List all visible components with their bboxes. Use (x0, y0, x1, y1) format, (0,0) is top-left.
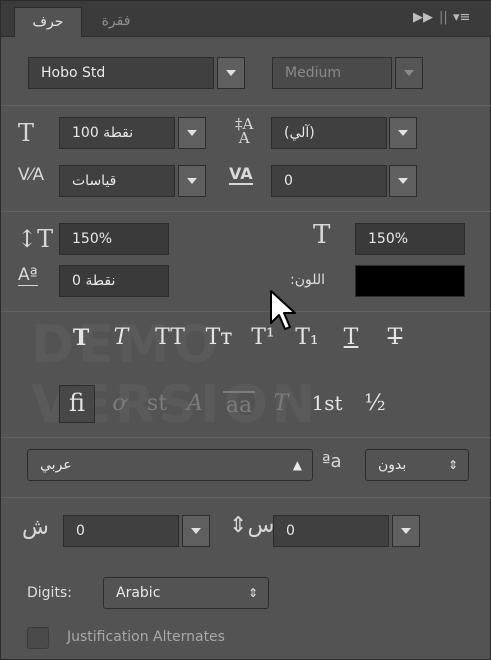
divider-icon: || (439, 10, 448, 25)
digits-value: Arabic (116, 585, 161, 601)
swash-button[interactable]: A (179, 391, 211, 416)
font-style-dropdown-button (395, 57, 423, 89)
font-size-field[interactable]: نقطة 100 (59, 117, 175, 149)
chevron-down-icon (191, 528, 201, 534)
chevron-down-icon (398, 130, 408, 136)
ordinals-button[interactable]: 1st (305, 391, 349, 415)
kashida-right-field[interactable]: 0 (273, 515, 389, 547)
contextual-alternates-button[interactable]: ơ (103, 391, 135, 416)
section-divider (1, 311, 491, 312)
updown-arrows-icon: ▲ (292, 458, 302, 472)
vertical-scale-icon: ↕T (17, 225, 54, 253)
chevron-down-icon (398, 178, 408, 184)
kashida-left-icon: ش (22, 515, 49, 540)
kashida-right-icon: ⇕س (229, 513, 275, 538)
fractions-button[interactable]: ½ (357, 391, 393, 416)
justification-alternates-label: Justification Alternates (67, 629, 225, 645)
section-divider (1, 497, 491, 498)
tracking-field[interactable]: 0 (271, 165, 387, 197)
language-value: عربي (40, 457, 72, 473)
tab-character[interactable]: حرف (14, 7, 82, 37)
section-divider (1, 437, 491, 438)
font-family-dropdown-button[interactable] (217, 57, 245, 89)
font-size-dropdown-button[interactable] (178, 117, 206, 149)
double-arrow-right-icon[interactable]: ▶▶ (413, 10, 433, 25)
chevron-down-icon (187, 130, 197, 136)
character-panel: حرف فقرة ▶▶ || ▾≡ Hobo Std Medium T نقطة… (0, 0, 491, 660)
baseline-shift-field[interactable]: نقطة 0 (59, 265, 169, 297)
justification-alternates-checkbox[interactable] (27, 627, 49, 649)
kashida-left-field[interactable]: 0 (63, 515, 179, 547)
font-size-icon: T (18, 119, 35, 147)
chevron-down-icon (226, 70, 236, 76)
kerning-dropdown-button[interactable] (178, 165, 206, 197)
all-caps-button[interactable]: TT (149, 325, 191, 350)
chevron-down-icon (404, 70, 414, 76)
kashida-left-dropdown-button[interactable] (182, 515, 210, 547)
section-divider (1, 105, 491, 106)
stylistic-alternates-button[interactable]: aa (223, 391, 255, 418)
panel-tab-bar: حرف فقرة ▶▶ || ▾≡ (1, 1, 491, 37)
font-style-field: Medium (272, 57, 392, 89)
kerning-field[interactable]: قياسات (59, 165, 175, 197)
kashida-right-dropdown-button[interactable] (392, 515, 420, 547)
color-swatch[interactable] (355, 265, 465, 297)
standard-ligatures-button[interactable]: fi (61, 389, 93, 417)
anti-alias-icon: ªa (322, 451, 342, 472)
updown-arrows-icon: ⇕ (247, 586, 258, 600)
chevron-down-icon (187, 178, 197, 184)
titling-alternates-button[interactable]: T (265, 391, 297, 416)
panel-menu-icon[interactable]: ▾≡ (453, 10, 470, 25)
digits-select[interactable]: Arabic ⇕ (103, 577, 269, 609)
tracking-dropdown-button[interactable] (389, 165, 417, 197)
anti-alias-value: بدون (378, 457, 407, 473)
updown-arrows-icon: ⇕ (447, 458, 458, 472)
color-label: :اللون (290, 272, 326, 288)
chevron-down-icon (401, 528, 411, 534)
language-select[interactable]: عربي ▲ (27, 449, 313, 481)
small-caps-button[interactable]: Tт (199, 325, 239, 350)
leading-field[interactable]: (آلي) (271, 117, 387, 149)
leading-icon: ‡A A (235, 115, 254, 147)
section-divider (1, 211, 491, 212)
underline-button[interactable]: T (335, 325, 367, 350)
kerning-icon: V⁄A (18, 165, 45, 185)
font-family-field[interactable]: Hobo Std (28, 57, 214, 89)
discretionary-ligatures-button[interactable]: st (141, 391, 173, 416)
digits-label: Digits: (27, 585, 72, 601)
tracking-icon: VA (229, 164, 253, 185)
tab-paragraph[interactable]: فقرة (85, 7, 147, 37)
leading-dropdown-button[interactable] (389, 117, 417, 149)
horizontal-scale-field[interactable]: 150% (355, 223, 465, 255)
baseline-shift-icon: Aª (18, 265, 38, 286)
faux-bold-button[interactable]: T (65, 325, 97, 351)
anti-alias-select[interactable]: بدون ⇕ (365, 449, 469, 481)
mouse-cursor-icon (270, 290, 296, 330)
vertical-scale-field[interactable]: 150% (59, 223, 169, 255)
strikethrough-button[interactable]: T (379, 325, 411, 350)
horizontal-scale-icon: T (313, 220, 331, 250)
faux-italic-button[interactable]: T (105, 325, 137, 350)
